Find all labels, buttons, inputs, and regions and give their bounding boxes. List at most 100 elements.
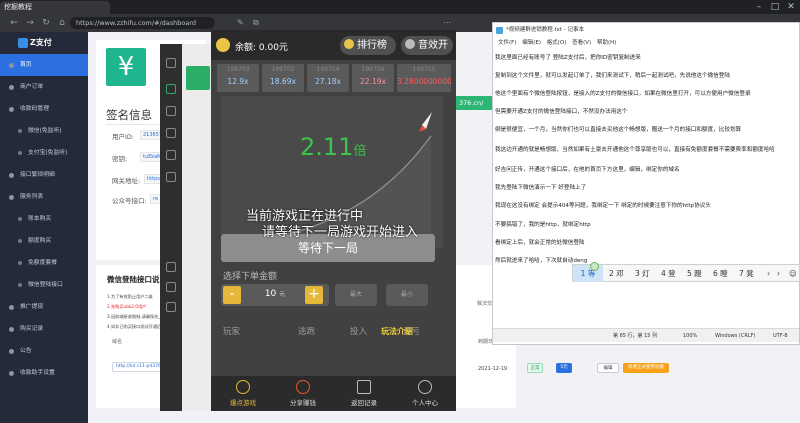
sidebar-item[interactable]: 收款助手设置 xyxy=(0,362,88,384)
sidebar-item[interactable]: 接口繁琐明细 xyxy=(0,164,88,186)
home-icon[interactable]: ⌂ xyxy=(56,14,68,32)
close-icon[interactable]: ✕ xyxy=(784,0,798,14)
nav-records[interactable]: 返回记录 xyxy=(334,380,394,407)
ime-candidate[interactable]: 7 凳 xyxy=(739,265,754,282)
renew-button[interactable]: 续费正式使用功能 xyxy=(623,363,669,373)
menu-bullet-icon xyxy=(18,261,22,265)
notepad-text-line[interactable]: 复制到这个文件里，就可以发起订单了，我们来测试下，稍后一起测试吧，先说他这个微信… xyxy=(495,71,730,79)
encoding: UTF-8 xyxy=(773,333,788,339)
ime-candidate[interactable]: 6 瞪 xyxy=(713,265,728,282)
favorites-icon[interactable] xyxy=(166,128,176,138)
notepad-text-line[interactable]: 我这里面已经有账号了 登陆Z支付后，把你ID密钥复制进来 xyxy=(495,53,641,61)
maximize-icon[interactable]: □ xyxy=(768,0,782,14)
line-ending: Windows (CRLF) xyxy=(715,333,756,339)
chat-avatar[interactable] xyxy=(186,66,210,90)
bet-value[interactable]: 10 元 xyxy=(250,289,300,299)
chat-icon[interactable] xyxy=(166,84,176,94)
ime-candidate[interactable]: 3 灯 xyxy=(635,265,650,282)
sidebar-item[interactable]: 公告 xyxy=(0,340,88,362)
state-button[interactable]: 5元 xyxy=(556,363,572,373)
sidebar-item[interactable]: 商户订单 xyxy=(0,76,88,98)
notepad-text-line[interactable]: 好吉问正传，开通这个接口后，在他的首页下方这里，编辑，绑定你的域名 xyxy=(495,165,680,173)
sidebar-item[interactable]: 额度购买 xyxy=(0,230,88,252)
cursor-position: 第 65 行，第 15 列 xyxy=(613,333,658,339)
sidebar-item[interactable]: 推广提现 xyxy=(0,296,88,318)
notepad-text-line[interactable]: 他这个里面有个微信登陆按钮，是接入的Z支付的微信接口，如果在微信里打开，可以方便… xyxy=(495,89,751,97)
phone-icon[interactable] xyxy=(166,282,176,292)
ime-candidate[interactable]: 4 登 xyxy=(661,265,676,282)
sidebar-item[interactable]: 首页 xyxy=(0,54,88,76)
menu-bullet-icon xyxy=(18,217,22,221)
sidebar-item-label: 购买记录 xyxy=(20,326,44,332)
nav-game[interactable]: 爆点游戏 xyxy=(213,380,273,407)
sidebar-item[interactable]: 免额度套餐 xyxy=(0,252,88,274)
back-icon[interactable]: ← xyxy=(8,14,20,32)
menu-format[interactable]: 格式(O) xyxy=(547,40,567,46)
notepad-text-line[interactable]: 我先登陆下微信演示一下 好登陆上了 xyxy=(495,183,586,191)
wechat-chat-list xyxy=(182,44,212,411)
history-item: 199703 12.9x xyxy=(217,64,259,92)
min-button[interactable]: 最小 xyxy=(386,284,428,306)
notepad-text-line[interactable]: 我现在这没有绑定 会提示404等问题，我绑定一下 绑定的时候要注意下你的http… xyxy=(495,201,711,209)
reload-icon[interactable]: ↻ xyxy=(40,14,52,32)
ranking-button[interactable]: 排行榜 xyxy=(340,36,396,55)
sound-button[interactable]: 音效开 xyxy=(401,36,453,55)
minus-button[interactable]: - xyxy=(223,286,241,304)
notepad-text-line[interactable]: 但需要开通Z支付的微信登陆接口，不然没办法用这个 xyxy=(495,107,628,115)
folder-icon[interactable] xyxy=(166,150,176,160)
sidebar-item-label: 额度购买 xyxy=(28,238,52,244)
ime-candidate[interactable]: 2 邓 xyxy=(609,265,624,282)
max-button[interactable]: 最大 xyxy=(335,284,377,306)
trophy-icon xyxy=(344,39,354,49)
ime-prev-icon[interactable]: ‹ xyxy=(767,265,770,282)
menu-edit[interactable]: 编辑(E) xyxy=(522,40,541,46)
notepad-menu: 文件(F) 编辑(E) 格式(O) 查看(V) 帮助(H) xyxy=(493,37,799,49)
contacts-icon[interactable] xyxy=(166,106,176,116)
menu-view[interactable]: 查看(V) xyxy=(572,40,591,46)
nav-profile[interactable]: 个人中心 xyxy=(395,380,455,407)
ime-next-icon[interactable]: › xyxy=(777,265,780,282)
ime-candidate-bar: 1 等 2 邓 3 灯 4 登 5 蹬 6 瞪 7 凳 ‹ › ☺ xyxy=(572,264,800,282)
sidebar-item[interactable]: 支付宝(免监听) xyxy=(0,142,88,164)
user-icon xyxy=(418,380,432,394)
menu-bullet-icon xyxy=(9,63,14,68)
sidebar-item[interactable]: 收款码管理 xyxy=(0,98,88,120)
key-value[interactable]: tuEkaMFf1 xyxy=(140,152,162,162)
user-id-value[interactable]: 21365783 xyxy=(140,130,162,140)
notepad-text-line[interactable]: 不要搞错了，我的是http，就绑定http xyxy=(495,220,591,228)
wechat-login-title: 微信登陆接口说 xyxy=(107,275,160,284)
forward-icon[interactable]: → xyxy=(24,14,36,32)
address-bar[interactable]: https://www.zzhifu.com/#/dashboard xyxy=(70,17,215,29)
moments-icon[interactable] xyxy=(166,172,176,182)
menu-file[interactable]: 文件(F) xyxy=(498,40,516,46)
sidebar-item[interactable]: 微信(免监听) xyxy=(0,120,88,142)
notepad-text-line[interactable]: 然后就进来了哈哈，下次就自动deng xyxy=(495,256,587,264)
minimize-icon[interactable]: – xyxy=(752,0,766,14)
settings-icon[interactable] xyxy=(166,302,176,312)
sidebar-item[interactable]: 微信登陆接口 xyxy=(0,274,88,296)
sidebar-item-label: 公告 xyxy=(20,348,32,354)
notepad-text-line[interactable]: 看绑定上后，就会正常的处微信登陆 xyxy=(495,238,585,246)
public-api-label: 公众号接口: xyxy=(112,197,147,205)
menu-bullet-icon xyxy=(18,283,22,287)
sidebar-item[interactable]: 账本购买 xyxy=(0,208,88,230)
sidebar-item[interactable]: 购买记录 xyxy=(0,318,88,340)
multiplier-unit: 倍 xyxy=(353,144,367,159)
sidebar-item-label: 收款助手设置 xyxy=(20,370,55,376)
menu-bullet-icon xyxy=(18,129,22,133)
menu-help[interactable]: 帮助(H) xyxy=(597,40,616,46)
plus-button[interactable]: + xyxy=(305,286,323,304)
key-label: 密钥: xyxy=(112,155,128,163)
notepad-text-line[interactable]: 倒是很便宜，一个月，当然你们也可以直接去买他这个畅想版，赠送一个月的接口和额度，… xyxy=(495,125,741,133)
avatar-icon[interactable] xyxy=(166,58,176,68)
sidebar-item[interactable]: 服务列表 xyxy=(0,186,88,208)
emoji-icon[interactable]: ☺ xyxy=(789,265,797,282)
browser-tab[interactable]: 挖掘教程 xyxy=(0,1,110,14)
nav-share[interactable]: 分享赚钱 xyxy=(273,380,333,407)
howto-sticker[interactable]: 玩法介绍 xyxy=(372,321,422,343)
miniapp-icon[interactable] xyxy=(166,262,176,272)
notepad-text-line[interactable]: 我这边开通的就是畅想版，当然如果有土豪去开通他这个尊享版也可以，直接有免额度套餐… xyxy=(495,145,775,153)
edit-button[interactable]: 编辑 xyxy=(597,363,619,373)
ime-candidate[interactable]: 5 蹬 xyxy=(687,265,702,282)
menu-bullet-icon xyxy=(9,371,14,376)
